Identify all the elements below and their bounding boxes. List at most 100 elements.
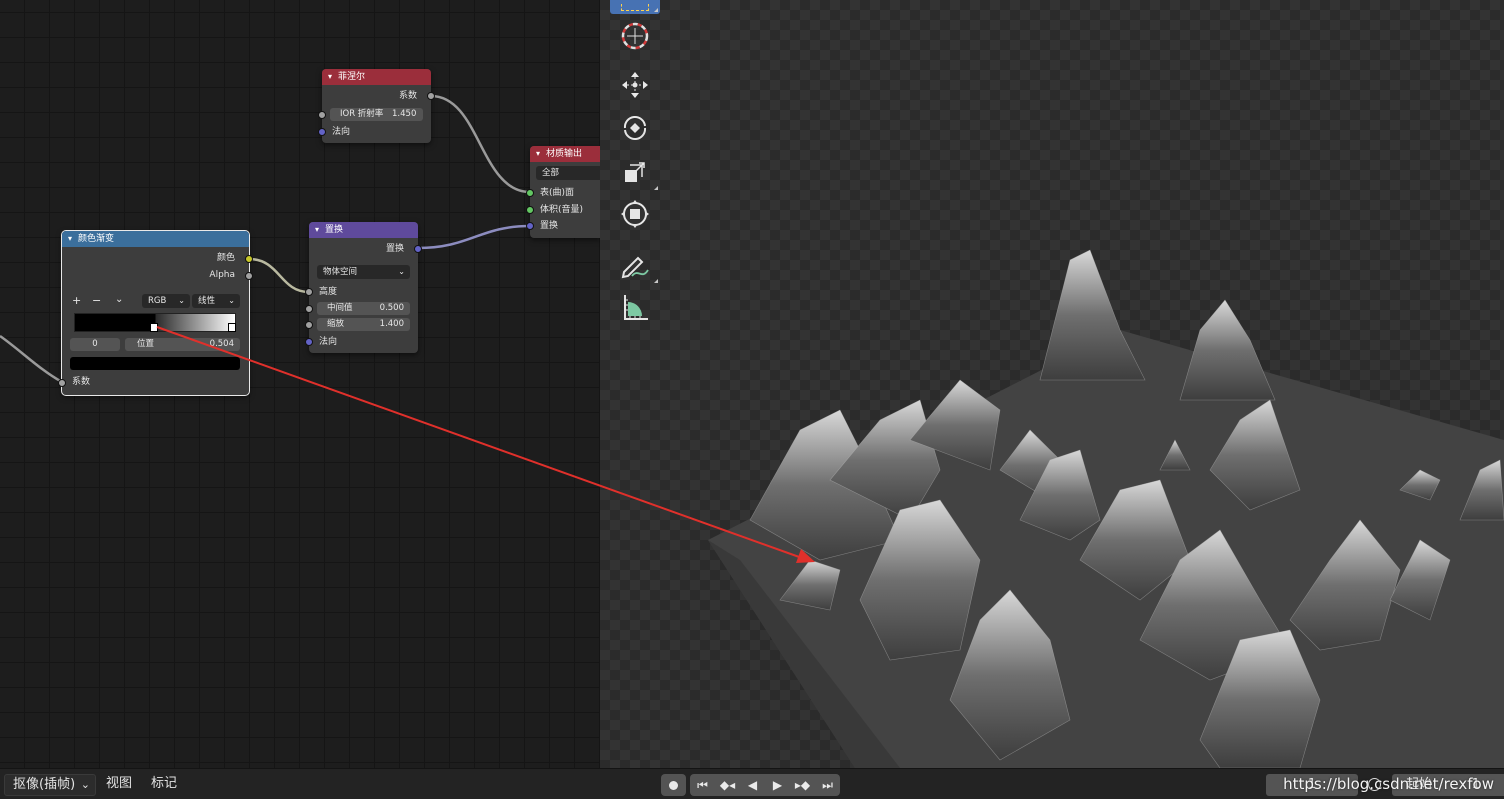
rotate-tool[interactable]	[610, 108, 660, 148]
keying-mode-select[interactable]: 抠像(插帧) ⌄	[4, 774, 96, 796]
play-reverse-icon: ◀	[747, 778, 758, 792]
scale-field[interactable]: 缩放 1.400	[317, 318, 410, 331]
color-output-socket[interactable]	[245, 255, 253, 263]
cursor-tool[interactable]	[610, 16, 660, 56]
displacement-output-label: 置换	[385, 244, 404, 254]
3d-viewport[interactable]	[600, 0, 1504, 768]
terrain-mesh	[708, 249, 1504, 768]
height-input-socket[interactable]	[305, 288, 313, 296]
fresnel-factor-output-socket[interactable]	[427, 92, 435, 100]
fresnel-normal-input-socket[interactable]	[318, 128, 326, 136]
interpolation-value: 线性	[198, 296, 216, 306]
record-button[interactable]	[661, 774, 686, 796]
alpha-output-label: Alpha	[209, 270, 235, 280]
annotate-tool[interactable]	[610, 245, 660, 285]
output-target-dropdown[interactable]: 全部	[536, 166, 600, 180]
cursor-icon	[621, 22, 649, 50]
stop-index-field[interactable]: 0	[70, 338, 120, 351]
space-value: 物体空间	[323, 267, 358, 277]
watermark-text: https://blog.csdn.net/rexfow	[1283, 775, 1494, 793]
color-ramp-node[interactable]: 颜色渐变 颜色 Alpha + − ⌄ RGB ⌄ 线性 ⌄ 0 位置 0.50…	[58, 230, 253, 396]
chevron-down-icon: ⌄	[398, 267, 405, 276]
scale-tool[interactable]	[610, 152, 660, 192]
rotate-icon	[623, 116, 647, 140]
view-menu[interactable]: 视图	[106, 774, 132, 794]
displacement-normal-input-socket[interactable]	[305, 338, 313, 346]
play-reverse-button[interactable]: ◀	[740, 774, 765, 796]
midlevel-input-socket[interactable]	[305, 305, 313, 313]
displacement-node-title[interactable]: 置换	[309, 222, 418, 238]
ior-field[interactable]: IOR 折射率 1.450	[330, 108, 423, 121]
prev-keyframe-icon: ◆◂	[719, 778, 736, 792]
transform-tool[interactable]	[610, 194, 660, 234]
midlevel-value: 0.500	[379, 303, 404, 313]
fresnel-node-title[interactable]: 菲涅尔	[322, 69, 431, 85]
material-output-title[interactable]: 材质输出	[530, 146, 600, 162]
color-mode-value: RGB	[148, 296, 167, 306]
play-icon: ▶	[772, 778, 783, 792]
scale-value: 1.400	[379, 319, 404, 329]
measure-tool[interactable]	[610, 287, 660, 327]
transform-icon	[621, 200, 649, 228]
position-value: 0.504	[209, 339, 234, 349]
record-icon	[669, 780, 678, 790]
fresnel-normal-input-label: 法向	[332, 127, 351, 137]
displacement-output-socket[interactable]	[414, 245, 422, 253]
color-ramp-node-title[interactable]: 颜色渐变	[62, 231, 249, 247]
ramp-menu-button[interactable]: ⌄	[115, 293, 123, 307]
position-label: 位置	[137, 339, 155, 349]
jump-end-button[interactable]: ⏭	[815, 774, 840, 796]
tool-variants-indicator	[654, 8, 658, 12]
scale-input-socket[interactable]	[305, 321, 313, 329]
chevron-down-icon: ⌄	[178, 296, 185, 305]
ior-value: 1.450	[392, 109, 417, 119]
ior-label: IOR 折射率	[340, 109, 384, 119]
remove-stop-button[interactable]: −	[92, 294, 101, 308]
select-box-icon	[621, 3, 649, 11]
next-keyframe-button[interactable]: ▸◆	[790, 774, 815, 796]
move-tool[interactable]	[610, 65, 660, 105]
midlevel-field[interactable]: 中间值 0.500	[317, 302, 410, 315]
tool-variants-indicator	[654, 186, 658, 190]
jump-end-icon: ⏭	[822, 777, 833, 792]
ramp-stop-handle-active[interactable]	[150, 323, 158, 332]
marker-menu[interactable]: 标记	[151, 774, 177, 794]
annotate-icon	[621, 256, 649, 279]
stop-color-swatch[interactable]	[70, 357, 240, 370]
material-output-node[interactable]: 材质输出 全部 表(曲)面 体积(音量) 置换	[526, 146, 600, 238]
surface-input-socket[interactable]	[526, 189, 534, 197]
keying-mode-label: 抠像(插帧)	[13, 777, 76, 792]
position-field[interactable]: 位置 0.504	[125, 338, 240, 351]
ramp-stop-handle[interactable]	[228, 323, 236, 332]
factor-input-socket[interactable]	[58, 379, 66, 387]
tool-variants-indicator	[654, 279, 658, 283]
displacement-node[interactable]: 置换 置换 物体空间 ⌄ 高度 中间值 0.500 缩放 1.400 法向	[305, 222, 422, 353]
node-editor[interactable]: 菲涅尔 系数 IOR 折射率 1.450 法向 材质输出 全部 表(曲)面 体积…	[0, 0, 600, 768]
select-box-tool[interactable]	[610, 0, 660, 14]
interpolation-dropdown[interactable]: 线性 ⌄	[192, 294, 240, 308]
scale-icon	[625, 162, 645, 182]
move-icon	[622, 72, 648, 98]
play-button[interactable]: ▶	[765, 774, 790, 796]
jump-start-button[interactable]: ⏮	[690, 774, 715, 796]
displacement-input-label: 置换	[540, 221, 559, 231]
prev-keyframe-button[interactable]: ◆◂	[715, 774, 740, 796]
color-mode-dropdown[interactable]: RGB ⌄	[142, 294, 190, 308]
height-input-label: 高度	[319, 287, 338, 297]
volume-input-label: 体积(音量)	[540, 205, 584, 215]
timeline-header: 抠像(插帧) ⌄ 视图 标记 ⏮ ◆◂ ◀ ▶ ▸◆ ⏭ 1 起始 1 http…	[0, 768, 1504, 799]
color-output-label: 颜色	[216, 253, 235, 263]
fresnel-node[interactable]: 菲涅尔 系数 IOR 折射率 1.450 法向	[318, 69, 435, 143]
add-stop-button[interactable]: +	[72, 294, 81, 308]
space-dropdown[interactable]: 物体空间 ⌄	[317, 265, 410, 279]
ior-input-socket[interactable]	[318, 111, 326, 119]
factor-input-label: 系数	[72, 377, 91, 387]
jump-start-icon: ⏮	[697, 777, 708, 792]
scale-label: 缩放	[327, 319, 345, 329]
volume-input-socket[interactable]	[526, 206, 534, 214]
displacement-input-socket[interactable]	[526, 222, 534, 230]
alpha-output-socket[interactable]	[245, 272, 253, 280]
displacement-normal-input-label: 法向	[319, 337, 338, 347]
next-keyframe-icon: ▸◆	[794, 778, 811, 792]
output-target-value: 全部	[542, 168, 560, 178]
